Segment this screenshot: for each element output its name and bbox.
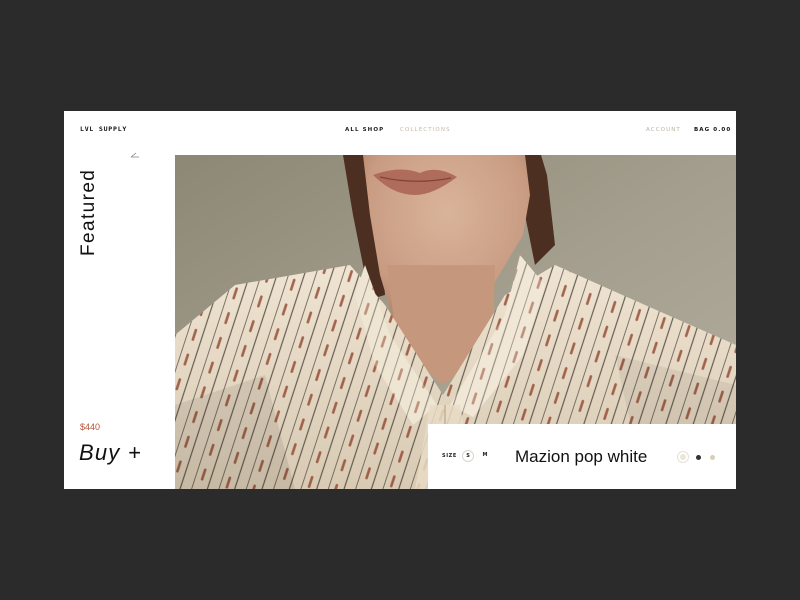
brand-logo[interactable]: LVL SUPPLY (80, 125, 127, 133)
size-option-s[interactable]: S (462, 450, 474, 462)
color-swatch-black[interactable] (696, 455, 701, 460)
top-nav: LVL SUPPLY ALL SHOP COLLECTIONS ACCOUNT … (64, 111, 736, 155)
product-panel: SIZE S M Mazion pop white (428, 424, 736, 489)
arrow-left-icon[interactable] (130, 152, 140, 160)
nav-link-collections[interactable]: COLLECTIONS (400, 127, 451, 133)
product-name: Mazion pop white (515, 447, 648, 466)
buy-button[interactable]: Buy + (79, 440, 142, 466)
color-swatch-sand[interactable] (710, 455, 715, 460)
shop-card: LVL SUPPLY ALL SHOP COLLECTIONS ACCOUNT … (64, 111, 736, 489)
page-background: LVL SUPPLY ALL SHOP COLLECTIONS ACCOUNT … (0, 0, 800, 600)
product-price: $440 (80, 422, 101, 432)
account-link[interactable]: ACCOUNT (646, 127, 681, 133)
nav-link-all-shop[interactable]: ALL SHOP (345, 127, 384, 133)
bag-link[interactable]: BAG 0.00 (694, 127, 731, 133)
color-swatch-cream[interactable] (680, 454, 686, 460)
section-title: Featured (78, 168, 99, 256)
size-label: SIZE (442, 453, 457, 459)
size-option-m[interactable]: M (479, 449, 491, 461)
